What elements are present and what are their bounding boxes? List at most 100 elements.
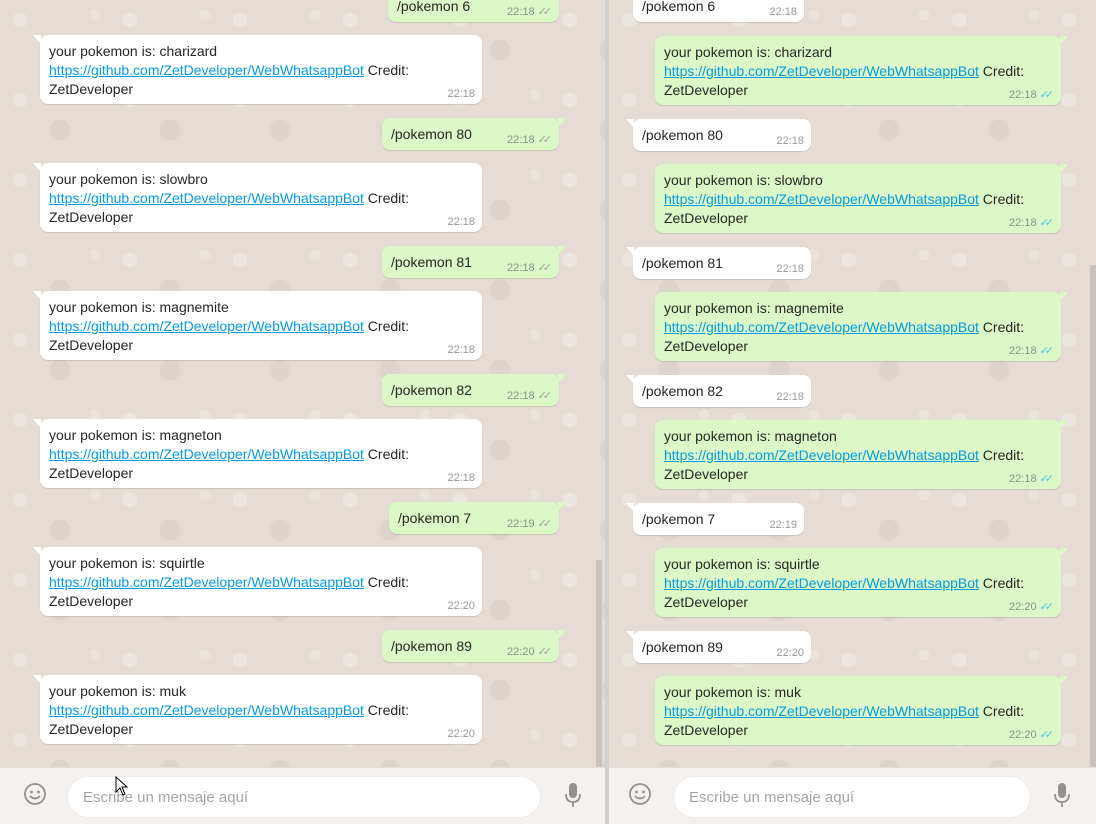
incoming-message[interactable]: your pokemon is: charizard https://github…: [33, 35, 482, 104]
outgoing-message[interactable]: /pokemon 7 22:19 ✓✓: [389, 502, 566, 534]
message-time: 22:20: [447, 600, 475, 612]
message-line: your pokemon is: magnemite: [664, 300, 844, 316]
outgoing-message[interactable]: /pokemon 81 22:18 ✓✓: [382, 246, 566, 278]
message-text: your pokemon is: charizard https://github…: [49, 42, 473, 99]
incoming-message[interactable]: /pokemon 81 22:18: [626, 247, 811, 279]
double-check-icon: ✓✓: [537, 262, 553, 274]
message-link[interactable]: https://github.com/ZetDeveloper/WebWhats…: [664, 447, 979, 463]
scrollbar[interactable]: [596, 560, 602, 768]
message-credit-name: ZetDeveloper: [664, 722, 749, 738]
message-meta: 22:19 ✓✓: [507, 518, 552, 530]
message-line: your pokemon is: charizard: [49, 43, 218, 59]
message-text: your pokemon is: magneton https://github.…: [664, 427, 1052, 484]
message-link[interactable]: https://github.com/ZetDeveloper/WebWhats…: [49, 574, 364, 590]
message-credit-name: ZetDeveloper: [664, 210, 749, 226]
message-time: 22:18: [769, 6, 797, 18]
message-time: 22:18: [776, 391, 804, 403]
message-time: 22:19: [769, 519, 797, 531]
message-time: 22:18: [1009, 89, 1037, 101]
outgoing-message[interactable]: /pokemon 89 22:20 ✓✓: [382, 630, 566, 662]
message-time: 22:18: [507, 390, 535, 402]
outgoing-message[interactable]: your pokemon is: slowbro https://github.c…: [655, 164, 1068, 233]
message-time: 22:20: [507, 646, 535, 658]
message-text: your pokemon is: slowbro https://github.c…: [49, 170, 473, 227]
message-link[interactable]: https://github.com/ZetDeveloper/WebWhats…: [664, 703, 979, 719]
message-line: your pokemon is: magneton: [664, 428, 837, 444]
message-credit-name: ZetDeveloper: [49, 209, 134, 225]
message-link[interactable]: https://github.com/ZetDeveloper/WebWhats…: [49, 318, 364, 334]
double-check-icon: ✓✓: [1039, 729, 1055, 741]
message-time: 22:18: [507, 134, 535, 146]
incoming-message[interactable]: your pokemon is: slowbro https://github.c…: [33, 163, 482, 232]
message-time: 22:19: [507, 518, 535, 530]
outgoing-message[interactable]: /pokemon 80 22:18 ✓✓: [382, 118, 566, 150]
incoming-message[interactable]: /pokemon 7 22:19: [626, 503, 804, 535]
message-time: 22:18: [776, 263, 804, 275]
microphone-icon[interactable]: [1052, 782, 1072, 808]
message-text: your pokemon is: slowbro https://github.c…: [664, 171, 1052, 228]
outgoing-message[interactable]: /pokemon 6 22:18 ✓✓: [388, 0, 559, 22]
message-text: your pokemon is: charizard https://github…: [664, 43, 1052, 100]
message-meta: 22:18 ✓✓: [507, 390, 552, 402]
message-line: your pokemon is: charizard: [664, 44, 833, 60]
message-credit-name: ZetDeveloper: [664, 466, 749, 482]
double-check-icon: ✓✓: [537, 646, 553, 658]
message-input[interactable]: Escribe un mensaje aquí: [67, 776, 541, 818]
double-check-icon: ✓✓: [1039, 473, 1055, 485]
message-meta: 22:18 ✓✓: [507, 6, 552, 18]
message-link[interactable]: https://github.com/ZetDeveloper/WebWhats…: [49, 62, 364, 78]
incoming-message[interactable]: /pokemon 80 22:18: [626, 119, 811, 151]
incoming-message[interactable]: your pokemon is: squirtle https://github.…: [33, 547, 482, 616]
outgoing-message[interactable]: your pokemon is: squirtle https://github.…: [655, 548, 1068, 617]
message-meta: 22:18 ✓✓: [507, 262, 552, 274]
double-check-icon: ✓✓: [1039, 601, 1055, 613]
message-meta: 22:18 ✓✓: [1009, 89, 1054, 101]
message-link[interactable]: https://github.com/ZetDeveloper/WebWhats…: [49, 190, 364, 206]
incoming-message[interactable]: /pokemon 82 22:18: [626, 375, 811, 407]
outgoing-message[interactable]: your pokemon is: charizard https://github…: [655, 36, 1068, 105]
message-link[interactable]: https://github.com/ZetDeveloper/WebWhats…: [664, 575, 979, 591]
incoming-message[interactable]: your pokemon is: magneton https://github.…: [33, 419, 482, 488]
scrollbar[interactable]: [1090, 265, 1096, 768]
compose-bar: Escribe un mensaje aquí: [609, 767, 1096, 824]
double-check-icon: ✓✓: [1039, 217, 1055, 229]
message-credit-name: ZetDeveloper: [664, 82, 749, 98]
message-credit: Credit:: [978, 447, 1025, 463]
message-time: 22:18: [447, 216, 475, 228]
message-credit: Credit:: [978, 703, 1025, 719]
double-check-icon: ✓✓: [1039, 89, 1055, 101]
message-link[interactable]: https://github.com/ZetDeveloper/WebWhats…: [664, 319, 979, 335]
message-text: your pokemon is: muk https://github.com/Z…: [49, 682, 473, 739]
incoming-message[interactable]: /pokemon 6 22:18: [633, 0, 804, 22]
message-time: 22:20: [1009, 729, 1037, 741]
outgoing-message[interactable]: your pokemon is: magneton https://github.…: [655, 420, 1068, 489]
incoming-message[interactable]: /pokemon 89 22:20: [626, 631, 811, 663]
message-credit: Credit:: [363, 190, 410, 206]
message-meta: 22:18 ✓✓: [1009, 473, 1054, 485]
message-link[interactable]: https://github.com/ZetDeveloper/WebWhats…: [664, 191, 979, 207]
message-line: your pokemon is: squirtle: [664, 556, 820, 572]
compose-bar: Escribe un mensaje aquí: [0, 767, 605, 824]
message-meta: 22:18 ✓✓: [507, 134, 552, 146]
message-link[interactable]: https://github.com/ZetDeveloper/WebWhats…: [664, 63, 979, 79]
smiley-icon[interactable]: [628, 782, 652, 806]
message-credit-name: ZetDeveloper: [49, 593, 134, 609]
message-link[interactable]: https://github.com/ZetDeveloper/WebWhats…: [49, 446, 364, 462]
message-line: your pokemon is: muk: [664, 684, 801, 700]
message-time: 22:20: [776, 647, 804, 659]
message-link[interactable]: https://github.com/ZetDeveloper/WebWhats…: [49, 702, 364, 718]
smiley-icon[interactable]: [23, 782, 47, 806]
outgoing-message[interactable]: your pokemon is: magnemite https://github…: [655, 292, 1068, 361]
message-text: your pokemon is: squirtle https://github.…: [49, 554, 473, 611]
outgoing-message[interactable]: your pokemon is: muk https://github.com/Z…: [655, 676, 1068, 745]
message-time: 22:18: [1009, 217, 1037, 229]
incoming-message[interactable]: your pokemon is: magnemite https://github…: [33, 291, 482, 360]
outgoing-message[interactable]: /pokemon 82 22:18 ✓✓: [382, 374, 566, 406]
incoming-message[interactable]: your pokemon is: muk https://github.com/Z…: [33, 675, 482, 744]
message-text: your pokemon is: magnemite https://github…: [49, 298, 473, 355]
message-time: 22:20: [1009, 601, 1037, 613]
message-time: 22:18: [447, 344, 475, 356]
message-input[interactable]: Escribe un mensaje aquí: [673, 776, 1031, 818]
message-credit: Credit:: [363, 702, 410, 718]
microphone-icon[interactable]: [563, 782, 583, 808]
